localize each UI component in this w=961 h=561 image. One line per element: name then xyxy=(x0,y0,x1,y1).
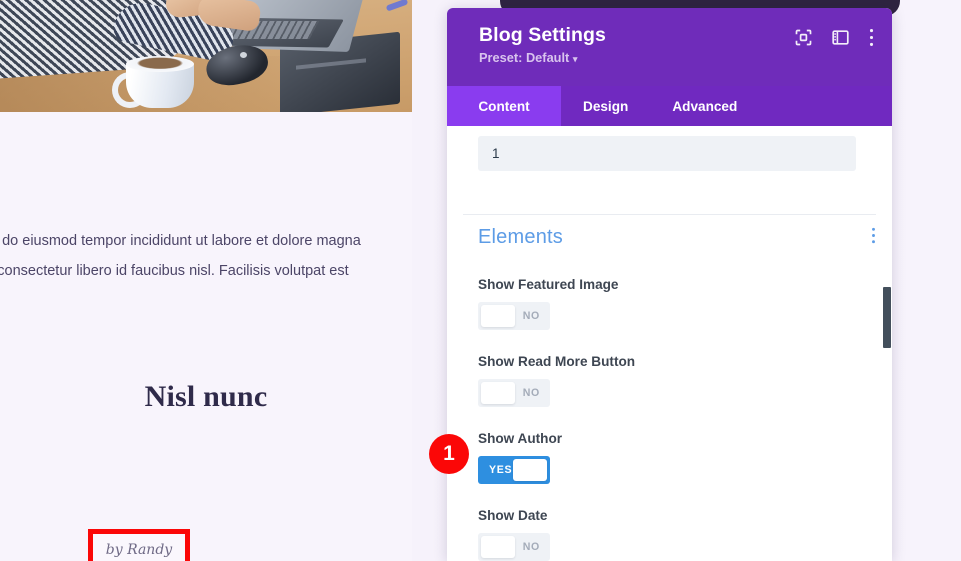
modal-header-actions xyxy=(795,28,874,52)
toggle-show-author[interactable]: YES xyxy=(478,456,550,484)
post-count-input[interactable] xyxy=(478,136,856,171)
settings-tab-bar: Content Design Advanced xyxy=(447,86,892,126)
annotation-badge-1: 1 xyxy=(429,434,469,474)
toggle-knob xyxy=(481,536,515,558)
more-options-icon[interactable] xyxy=(869,28,874,52)
post-featured-image xyxy=(0,0,412,112)
focus-mode-icon[interactable] xyxy=(795,29,812,51)
field-show-read-more-button: Show Read More Button NO xyxy=(478,353,876,407)
section-divider xyxy=(463,214,876,215)
field-label: Show Featured Image xyxy=(478,276,876,294)
tab-advanced[interactable]: Advanced xyxy=(650,86,759,126)
modal-header: Blog Settings Preset: Default ▾ xyxy=(447,8,892,86)
toggle-show-featured-image[interactable]: NO xyxy=(478,302,550,330)
field-label: Show Read More Button xyxy=(478,353,876,371)
panel-scrollbar-thumb[interactable] xyxy=(883,287,891,348)
field-show-featured-image: Show Featured Image NO xyxy=(478,276,876,330)
toggle-show-read-more-button[interactable]: NO xyxy=(478,379,550,407)
tab-design[interactable]: Design xyxy=(561,86,650,126)
post-excerpt-line-1: g elit, sed do eiusmod tempor incididunt… xyxy=(0,233,361,249)
field-show-date: Show Date NO xyxy=(478,507,876,561)
post-author-meta: by Randy xyxy=(88,529,190,561)
elements-section-title: Elements xyxy=(478,226,563,249)
toggle-state-label: NO xyxy=(523,310,540,322)
settings-panel-body: Elements Show Featured Image NO Show xyxy=(447,126,892,561)
post-excerpt-line-2: Interdum consectetur libero id faucibus … xyxy=(0,256,406,286)
blog-settings-modal: Blog Settings Preset: Default ▾ xyxy=(447,8,892,561)
layout-panel-icon[interactable] xyxy=(832,29,849,51)
chevron-down-icon: ▾ xyxy=(573,54,578,64)
post-preview-body: g elit, sed do eiusmod tempor incididunt… xyxy=(0,112,412,561)
toggle-state-label: NO xyxy=(523,541,540,553)
toggle-state-label: YES xyxy=(489,464,512,476)
toggle-state-label: NO xyxy=(523,387,540,399)
section-options-icon[interactable] xyxy=(871,227,876,249)
field-label: Show Author xyxy=(478,430,876,448)
screenshot-root: g elit, sed do eiusmod tempor incididunt… xyxy=(0,0,961,561)
post-title[interactable]: Nisl nunc xyxy=(0,380,412,414)
toggle-knob xyxy=(481,382,515,404)
toggle-knob xyxy=(481,305,515,327)
panel-scrollbar[interactable] xyxy=(883,126,892,561)
field-label: Show Date xyxy=(478,507,876,525)
tab-content[interactable]: Content xyxy=(447,86,561,126)
preset-label: Preset: Default xyxy=(479,50,569,65)
post-excerpt: g elit, sed do eiusmod tempor incididunt… xyxy=(0,226,406,286)
elements-section-header: Elements xyxy=(478,226,876,249)
toggle-knob xyxy=(513,459,547,481)
field-show-author: Show Author YES xyxy=(478,430,876,484)
toggle-show-date[interactable]: NO xyxy=(478,533,550,561)
photo-mouse-highlight xyxy=(240,52,247,58)
page-preview: g elit, sed do eiusmod tempor incididunt… xyxy=(0,0,412,561)
photo-coffee-surface xyxy=(126,56,194,72)
